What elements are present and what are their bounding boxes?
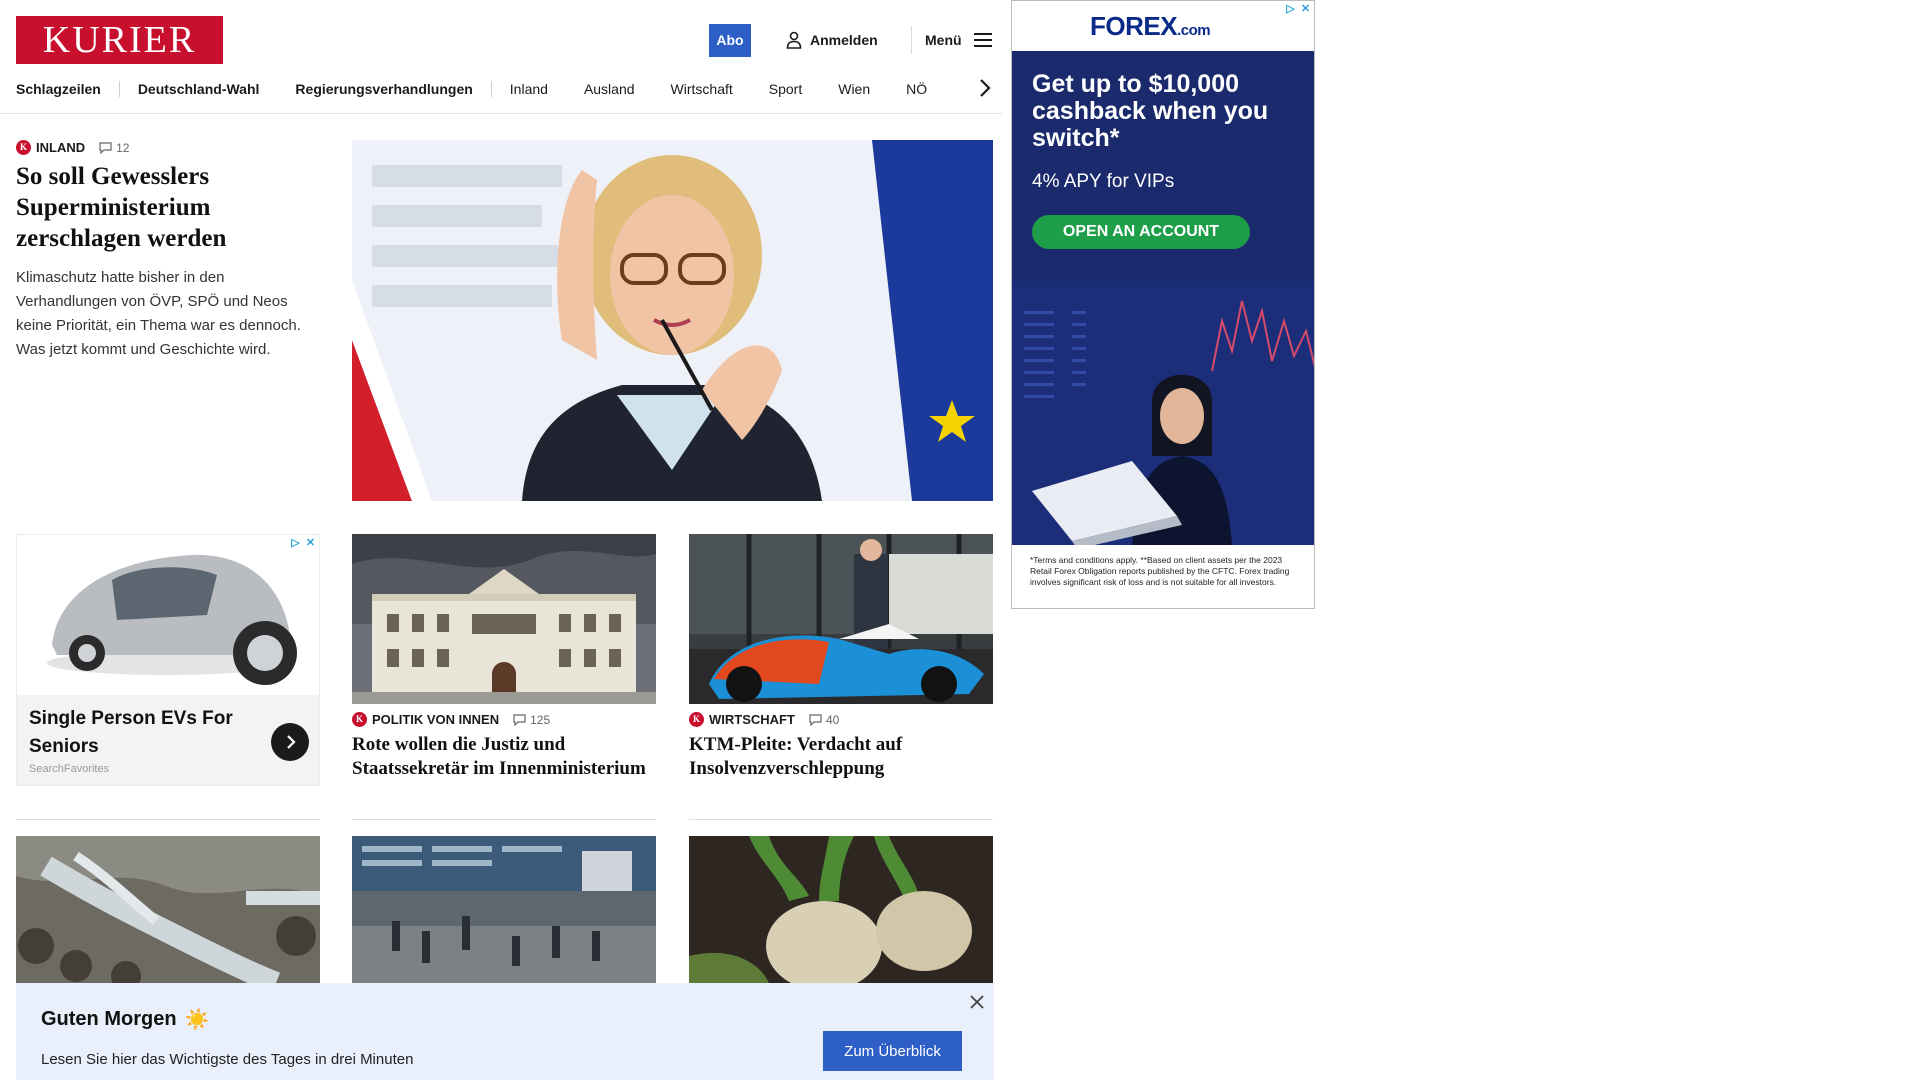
- hero-description: Klimaschutz hatte bisher in den Verhandl…: [16, 269, 301, 358]
- kurier-k-icon: K: [16, 140, 31, 155]
- comment-icon: [513, 713, 526, 726]
- nav-item-ausland[interactable]: Ausland: [584, 81, 635, 97]
- article-title[interactable]: Rote wollen die Justiz und Staatssekretä…: [352, 733, 656, 781]
- nav-item-inland[interactable]: Inland: [510, 81, 548, 97]
- nav-scroll-right-icon[interactable]: [976, 78, 994, 98]
- sun-icon: ☀️: [184, 1009, 210, 1031]
- nav-item-wirtschaft[interactable]: Wirtschaft: [671, 81, 733, 97]
- ad-source: SearchFavorites: [29, 763, 110, 775]
- nav-divider: [118, 81, 120, 97]
- close-icon[interactable]: ✕: [304, 537, 317, 550]
- banner-title: Guten Morgen ☀️: [41, 1008, 210, 1031]
- kurier-k-icon: K: [352, 712, 367, 727]
- ad-title[interactable]: Single Person EVs For Seniors: [29, 705, 249, 761]
- chevron-right-icon: [287, 735, 296, 749]
- nav-item-regierungsverhandlungen[interactable]: Regierungsverhandlungen: [295, 81, 472, 97]
- nav-item-wien[interactable]: Wien: [838, 81, 870, 97]
- hamburger-icon: [973, 33, 992, 47]
- nav-item-schlagzeilen[interactable]: Schlagzeilen: [16, 81, 101, 97]
- adchoices-icon[interactable]: ▷: [289, 537, 302, 550]
- adchoices-icon[interactable]: ▷: [1284, 3, 1297, 16]
- close-icon[interactable]: [968, 993, 986, 1011]
- comment-count[interactable]: 125: [513, 713, 550, 727]
- comment-count[interactable]: 40: [809, 713, 839, 727]
- comment-icon: [99, 141, 112, 154]
- article-category: WIRTSCHAFT: [709, 712, 795, 727]
- overview-button[interactable]: Zum Überblick: [823, 1031, 962, 1071]
- ad-next-button[interactable]: [271, 723, 309, 761]
- comment-count[interactable]: 12: [99, 141, 129, 155]
- abo-button[interactable]: Abo: [709, 24, 751, 57]
- ad-header: FOREX.com ▷ ✕: [1012, 1, 1314, 51]
- divider: [689, 819, 993, 820]
- nav-item-noe[interactable]: NÖ: [906, 81, 927, 97]
- nav-item-sport[interactable]: Sport: [769, 81, 802, 97]
- article-card[interactable]: K POLITIK VON INNEN 125 Rote wollen die …: [352, 534, 656, 781]
- ad-image: ▷ ✕: [17, 535, 319, 695]
- ad-choices[interactable]: ▷ ✕: [1284, 3, 1312, 16]
- user-icon: [786, 31, 802, 49]
- ad-disclaimer: *Terms and conditions apply. **Based on …: [1012, 545, 1314, 608]
- sponsored-ad-card[interactable]: ▷ ✕ Single Person EVs For Seniors Search…: [16, 534, 320, 786]
- site-header: KURIER Abo Anmelden Menü Schlagzeilen De…: [0, 0, 1002, 114]
- open-account-button[interactable]: OPEN AN ACCOUNT: [1032, 215, 1250, 249]
- login-label: Anmelden: [810, 32, 878, 48]
- hero-article[interactable]: K INLAND 12 So soll Gewesslers Supermini…: [16, 140, 306, 362]
- ad-choices[interactable]: ▷ ✕: [289, 537, 317, 550]
- forex-logo[interactable]: FOREX.com: [1090, 11, 1211, 42]
- hero-category: INLAND: [36, 140, 86, 155]
- hero-title[interactable]: So soll Gewesslers Superministerium zers…: [16, 161, 306, 254]
- kurier-k-icon: K: [689, 712, 704, 727]
- article-kicker: K WIRTSCHAFT 40: [689, 712, 993, 727]
- article-category: POLITIK VON INNEN: [372, 712, 500, 727]
- kurier-logo[interactable]: KURIER: [16, 16, 223, 64]
- article-image[interactable]: [352, 534, 656, 704]
- header-divider: [911, 26, 912, 54]
- article-image[interactable]: [689, 534, 993, 704]
- nav-item-deutschland-wahl[interactable]: Deutschland-Wahl: [138, 81, 260, 97]
- article-kicker: K POLITIK VON INNEN 125: [352, 712, 656, 727]
- divider: [352, 819, 656, 820]
- morning-briefing-banner: Guten Morgen ☀️ Lesen Sie hier das Wicht…: [16, 983, 994, 1080]
- banner-description: Lesen Sie hier das Wichtigste des Tages …: [41, 1051, 414, 1068]
- forex-ad[interactable]: FOREX.com ▷ ✕ Get up to $10,000 cashback…: [1011, 0, 1315, 609]
- hero-image[interactable]: [352, 140, 993, 501]
- ad-subline: 4% APY for VIPs: [1032, 171, 1175, 192]
- main-nav: Schlagzeilen Deutschland-Wahl Regierungs…: [16, 76, 927, 102]
- article-title[interactable]: KTM-Pleite: Verdacht auf Insolvenzversch…: [689, 733, 993, 781]
- comment-icon: [809, 713, 822, 726]
- divider: [16, 819, 320, 820]
- article-image[interactable]: [352, 836, 656, 983]
- article-card[interactable]: K WIRTSCHAFT 40 KTM-Pleite: Verdacht auf…: [689, 534, 993, 781]
- login-link[interactable]: Anmelden: [786, 28, 878, 52]
- nav-divider: [490, 81, 492, 97]
- menu-button[interactable]: Menü: [925, 28, 992, 52]
- menu-label: Menü: [925, 32, 962, 48]
- hero-kicker: K INLAND 12: [16, 140, 306, 155]
- ad-headline: Get up to $10,000 cashback when you swit…: [1032, 70, 1269, 152]
- close-icon[interactable]: ✕: [1299, 3, 1312, 16]
- ad-image: [1012, 281, 1314, 549]
- article-image[interactable]: [16, 836, 320, 983]
- article-image[interactable]: [689, 836, 993, 983]
